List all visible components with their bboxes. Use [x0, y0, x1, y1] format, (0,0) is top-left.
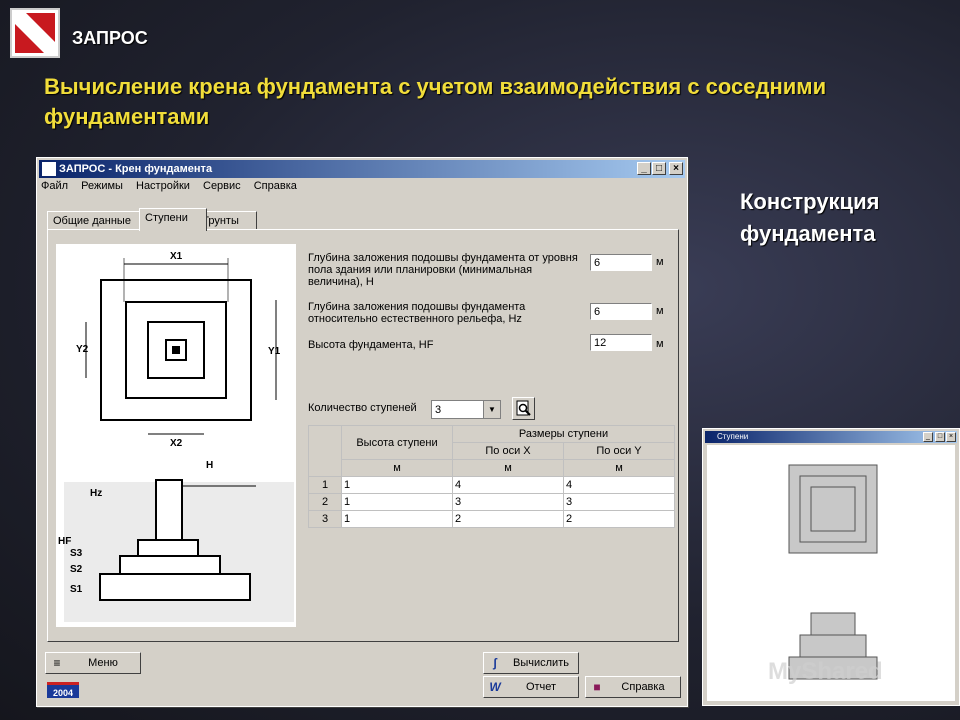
cell-x[interactable]: 3 — [452, 493, 564, 511]
label-x2: X2 — [170, 438, 183, 449]
foundation-height-unit: м — [656, 338, 664, 350]
magnifier-icon — [516, 400, 531, 416]
word-icon: W — [489, 680, 501, 694]
table-row: 3 1 2 2 — [308, 510, 675, 528]
preview-title: Ступени — [717, 432, 749, 441]
cell-height[interactable]: 1 — [341, 510, 453, 528]
tab-panel: X1 X2 Y1 Y2 H Hz HF S3 S2 S1 Глубина зал… — [47, 229, 679, 642]
preview-minimize-button[interactable]: _ — [923, 432, 933, 442]
preview-button[interactable] — [512, 397, 535, 420]
logo — [10, 8, 60, 58]
depth-relief-unit: м — [656, 305, 664, 317]
cell-y[interactable]: 4 — [563, 476, 675, 494]
cell-height[interactable]: 1 — [341, 476, 453, 494]
row-number: 2 — [308, 493, 342, 511]
row-number: 3 — [308, 510, 342, 528]
menu-help[interactable]: Справка — [254, 180, 297, 192]
menu-service[interactable]: Сервис — [203, 180, 241, 192]
menu-modes[interactable]: Режимы — [81, 180, 123, 192]
slide-caption: Конструкция фундамента — [740, 189, 880, 246]
label-s2: S2 — [70, 564, 83, 575]
maximize-button[interactable]: □ — [652, 162, 666, 175]
cell-y[interactable]: 2 — [563, 510, 675, 528]
foundation-drawing: X1 X2 Y1 Y2 H Hz HF S3 S2 S1 — [56, 244, 296, 627]
col-y: По оси Y — [563, 442, 675, 460]
col-sizes: Размеры ступени — [452, 425, 675, 443]
minimize-button[interactable]: _ — [637, 162, 651, 175]
unit-x: м — [452, 459, 564, 477]
label-s1: S1 — [70, 584, 83, 595]
label-y2: Y2 — [76, 344, 89, 355]
cell-height[interactable]: 1 — [341, 493, 453, 511]
depth-floor-label: Глубина заложения подошвы фундамента от … — [308, 252, 578, 288]
window-title: ЗАПРОС - Крен фундамента — [59, 163, 213, 175]
watermark: MyShared — [768, 658, 883, 685]
calculate-button[interactable]: ʃ Вычислить — [483, 652, 579, 674]
preview-close-button[interactable]: × — [946, 432, 956, 442]
col-height: Высота ступени — [341, 425, 453, 460]
depth-floor-unit: м — [656, 256, 664, 268]
steps-count-select[interactable]: 3 ▼ — [431, 400, 501, 419]
table-row: 2 1 3 3 — [308, 493, 675, 511]
label-hz: Hz — [90, 488, 102, 499]
foundation-height-label: Высота фундамента, HF — [308, 339, 434, 351]
cell-y[interactable]: 3 — [563, 493, 675, 511]
book-icon: ■ — [593, 680, 601, 694]
help-button[interactable]: ■ Справка — [585, 676, 681, 698]
version-badge: 2004 — [47, 682, 79, 698]
menu-bar: Файл Режимы Настройки Сервис Справка — [41, 180, 307, 198]
label-x1: X1 — [170, 251, 183, 262]
preview-titlebar[interactable]: Ступени _ □ × — [705, 431, 957, 443]
calculator-icon: ʃ — [493, 656, 497, 670]
row-number: 1 — [308, 476, 342, 494]
col-x: По оси X — [452, 442, 564, 460]
window-titlebar[interactable]: ЗАПРОС - Крен фундамента _ □ × — [39, 160, 685, 178]
label-y1: Y1 — [268, 346, 281, 357]
menu-button[interactable]: ≡ Меню — [45, 652, 141, 674]
table-row: 1 1 4 4 — [308, 476, 675, 494]
corner-cell — [308, 425, 342, 477]
steps-table: Высота ступени Размеры ступени По оси X … — [308, 425, 675, 528]
steps-count-value: 3 — [435, 404, 442, 416]
foundation-height-input[interactable]: 12 — [590, 334, 652, 351]
label-s3: S3 — [70, 548, 83, 559]
unit-height: м — [341, 459, 453, 477]
logo-icon — [15, 13, 55, 53]
unit-y: м — [563, 459, 675, 477]
tab-general[interactable]: Общие данные — [47, 211, 147, 230]
preview-maximize-button[interactable]: □ — [935, 432, 945, 442]
cell-x[interactable]: 4 — [452, 476, 564, 494]
tab-steps[interactable]: Ступени — [139, 208, 207, 231]
depth-relief-input[interactable]: 6 — [590, 303, 652, 320]
label-hf: HF — [58, 536, 71, 547]
close-button[interactable]: × — [669, 162, 683, 175]
slide-heading: Вычисление крена фундамента с учетом вза… — [44, 74, 827, 129]
menu-file[interactable]: Файл — [41, 180, 68, 192]
report-button[interactable]: W Отчет — [483, 676, 579, 698]
slide-brand: ЗАПРОС — [72, 28, 148, 48]
steps-count-label: Количество ступеней — [308, 402, 417, 414]
menu-settings[interactable]: Настройки — [136, 180, 190, 192]
cell-x[interactable]: 2 — [452, 510, 564, 528]
main-window: ЗАПРОС - Крен фундамента _ □ × Файл Режи… — [36, 157, 688, 707]
chevron-down-icon[interactable]: ▼ — [483, 401, 500, 418]
menu-icon: ≡ — [53, 656, 61, 670]
depth-relief-label: Глубина заложения подошвы фундамента отн… — [308, 301, 526, 325]
label-h: H — [206, 460, 213, 471]
app-icon — [42, 162, 56, 176]
depth-floor-input[interactable]: 6 — [590, 254, 652, 271]
